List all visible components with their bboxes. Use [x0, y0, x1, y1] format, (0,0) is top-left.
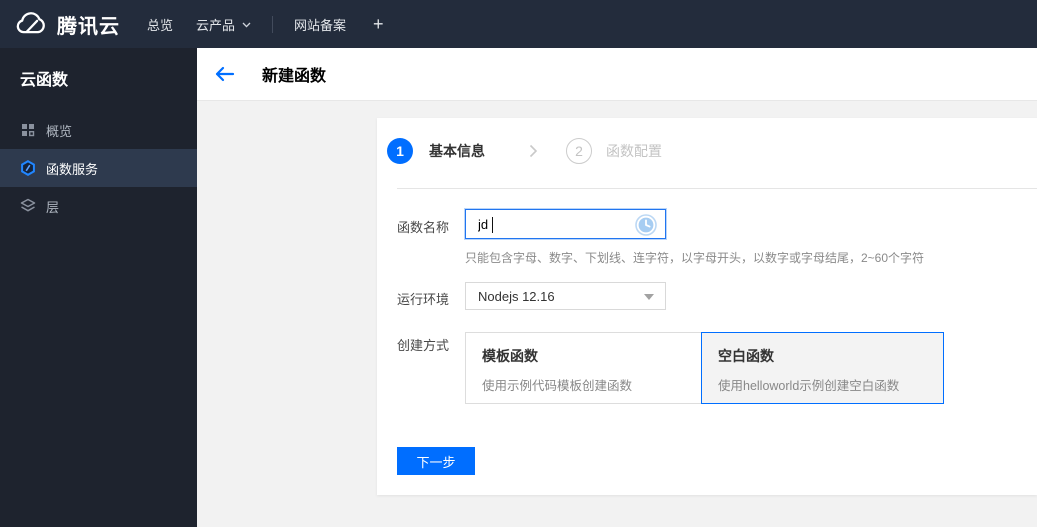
clock-pending-icon — [635, 214, 657, 236]
text-cursor — [492, 217, 493, 233]
sidebar-item-layers[interactable]: 层 — [0, 187, 197, 225]
brand-name: 腾讯云 — [57, 15, 120, 38]
runtime-selected-value: Nodejs 12.16 — [478, 288, 555, 304]
steps-divider — [397, 188, 1037, 189]
step-chevron-icon — [529, 144, 538, 158]
runtime-label: 运行环境 — [397, 292, 450, 307]
step-1-circle: 1 — [387, 138, 413, 164]
nav-divider — [272, 15, 274, 33]
nav-overview[interactable]: 总览 — [147, 15, 173, 34]
grid-icon — [20, 122, 36, 138]
sidebar-item-function-service[interactable]: 函数服务 — [0, 149, 197, 187]
back-button[interactable] — [215, 66, 235, 82]
sidebar-item-overview[interactable]: 概览 — [0, 111, 197, 149]
next-step-button[interactable]: 下一步 — [397, 447, 475, 475]
sidebar-item-label: 概览 — [46, 123, 73, 139]
function-name-input[interactable] — [478, 216, 628, 232]
nav-cloud-products-label: 云产品 — [196, 17, 236, 33]
step-2-label: 函数配置 — [606, 143, 662, 159]
option-title: 模板函数 — [482, 348, 538, 364]
option-description: 使用示例代码模板创建函数 — [482, 379, 633, 393]
tencent-cloud-logo[interactable]: 腾讯云 — [14, 10, 120, 39]
cloud-logo-icon — [16, 12, 45, 34]
page-title: 新建函数 — [262, 68, 327, 85]
option-blank-function[interactable]: 空白函数 使用helloworld示例创建空白函数 — [701, 332, 944, 404]
chevron-down-icon — [242, 22, 251, 28]
sidebar: 云函数 概览 函数服务 层 — [0, 48, 197, 527]
step-1-label: 基本信息 — [429, 143, 485, 159]
runtime-select[interactable]: Nodejs 12.16 — [465, 282, 666, 310]
top-navigation: 总览 云产品 网站备案 + — [147, 14, 384, 35]
sidebar-item-label: 层 — [46, 199, 60, 215]
option-template-function[interactable]: 模板函数 使用示例代码模板创建函数 — [465, 332, 702, 404]
sidebar-product-title: 云函数 — [20, 72, 69, 89]
option-description: 使用helloworld示例创建空白函数 — [718, 379, 900, 393]
option-title: 空白函数 — [718, 348, 774, 364]
page-header: 新建函数 — [197, 48, 1037, 101]
arrow-left-icon — [215, 66, 235, 82]
nav-cloud-products[interactable]: 云产品 — [196, 15, 251, 34]
wizard-steps: 1 基本信息 2 函数配置 — [387, 138, 662, 164]
function-name-hint: 只能包含字母、数字、下划线、连字符，以字母开头，以数字或字母结尾，2~60个字符 — [465, 251, 925, 265]
function-name-input-wrap — [465, 209, 666, 239]
topbar: 腾讯云 总览 云产品 网站备案 + — [0, 0, 1037, 48]
function-name-label: 函数名称 — [397, 220, 450, 235]
add-tab-button[interactable]: + — [373, 14, 384, 35]
sidebar-menu: 概览 函数服务 层 — [0, 111, 197, 225]
nav-website-icp[interactable]: 网站备案 — [294, 15, 346, 34]
scf-hexagon-icon — [20, 160, 36, 176]
layers-icon — [20, 198, 36, 214]
creation-method-label: 创建方式 — [397, 338, 450, 353]
create-function-card: 1 基本信息 2 函数配置 函数名称 只能包含字母、数字、下划线、连字符，以字母… — [377, 118, 1037, 495]
select-caret-icon — [644, 294, 654, 300]
step-2-circle: 2 — [566, 138, 592, 164]
creation-method-options: 模板函数 使用示例代码模板创建函数 空白函数 使用helloworld示例创建空… — [465, 332, 944, 404]
sidebar-item-label: 函数服务 — [46, 161, 99, 177]
